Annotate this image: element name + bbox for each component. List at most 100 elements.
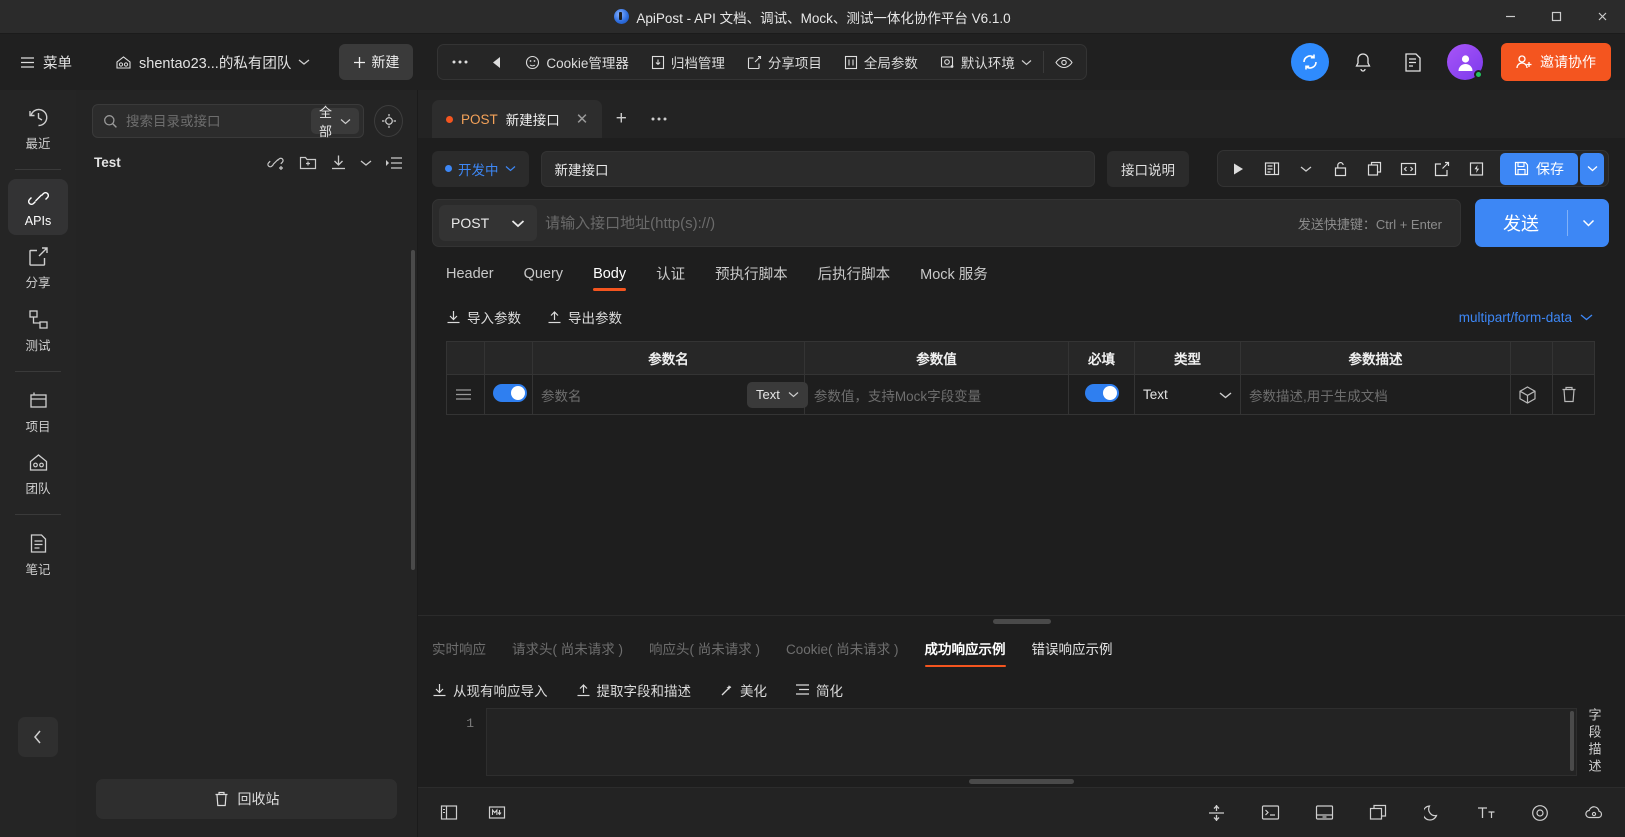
save-options-caret[interactable] [1580,152,1604,185]
toolbar-share-project[interactable]: 分享项目 [736,47,833,77]
copy-icon[interactable] [1358,154,1390,183]
cell-drag[interactable] [446,374,485,415]
run-icon[interactable] [1222,154,1254,183]
response-tab-live[interactable]: 实时响应 [432,638,486,667]
doc-icon[interactable] [1256,154,1288,183]
rail-item-project[interactable]: 项目 [8,381,68,442]
response-tab-success-example[interactable]: 成功响应示例 [924,638,1006,667]
cell-type[interactable]: Text [1134,374,1241,415]
invite-button[interactable]: 邀请协作 [1501,43,1611,81]
response-tab-request-headers[interactable]: 请求头( 尚未请求 ) [512,638,623,667]
tab-query[interactable]: Query [524,266,564,291]
import-from-response-button[interactable]: 从现有响应导入 [432,680,548,700]
add-api-icon[interactable] [267,154,286,171]
menu-button[interactable]: 菜单 [10,46,82,79]
tab-mock-service[interactable]: Mock 服务 [920,263,988,293]
request-name-input[interactable] [540,150,1095,187]
console-icon[interactable] [1257,800,1283,826]
response-tab-error-example[interactable]: 错误响应示例 [1032,638,1113,667]
field-description-panel-toggle[interactable]: 字段描述 [1577,708,1611,776]
cell-required[interactable] [1068,374,1135,415]
url-input[interactable] [545,214,1298,232]
request-description-button[interactable]: 接口说明 [1107,150,1189,187]
close-button[interactable] [1579,0,1625,33]
minify-button[interactable]: 简化 [795,680,843,700]
export-icon[interactable] [1426,154,1458,183]
avatar[interactable] [1447,44,1483,80]
content-type-select[interactable]: multipart/form-data [1459,310,1593,325]
delete-icon[interactable] [1561,386,1586,403]
add-tab-button[interactable]: + [602,100,640,138]
collapse-icon[interactable] [1203,800,1229,826]
rail-item-team[interactable]: 团队 [8,444,68,504]
tab-more-button[interactable] [640,100,678,138]
lock-icon[interactable] [1324,154,1356,183]
caret-down-icon[interactable] [360,159,372,167]
maximize-button[interactable] [1533,0,1579,33]
send-options-caret[interactable] [1568,219,1609,227]
directory-scrollbar[interactable] [411,250,415,570]
font-size-icon[interactable] [1473,800,1499,826]
export-params-button[interactable]: 导出参数 [547,307,622,327]
rail-item-notes[interactable]: 笔记 [8,524,68,585]
toolbar-cookie-manager[interactable]: Cookie管理器 [514,47,640,77]
moon-icon[interactable] [1419,800,1445,826]
tab-pre-script[interactable]: 预执行脚本 [715,263,788,293]
request-status-select[interactable]: 开发中 [432,150,529,187]
recycle-bin-button[interactable]: 回收站 [96,779,397,819]
http-method-select[interactable]: POST [439,205,538,241]
param-enabled-toggle[interactable] [493,384,527,402]
rail-item-recent[interactable]: 最近 [8,98,68,159]
directory-node-test[interactable]: Test [76,148,417,177]
close-icon[interactable]: ✕ [574,110,591,128]
tab-header[interactable]: Header [446,266,494,291]
toolbar-more-button[interactable] [440,47,480,77]
rail-item-test[interactable]: 测试 [8,300,68,361]
panel-icon[interactable] [1311,800,1337,826]
window-icon[interactable] [1365,800,1391,826]
toolbar-environment[interactable]: 默认环境 [929,47,1043,77]
response-tab-response-headers[interactable]: 响应头( 尚未请求 ) [649,638,760,667]
sync-button[interactable] [1291,43,1329,81]
cell-enabled[interactable] [484,374,533,415]
search-scope-select[interactable]: 全部 [311,105,360,139]
param-value-input[interactable]: 参数值，支持Mock字段变量 [814,385,981,405]
cloud-icon[interactable] [1581,800,1607,826]
param-value-type-select[interactable]: Text [747,381,808,408]
cell-description[interactable]: 参数描述,用于生成文档 [1240,374,1511,415]
extract-fields-button[interactable]: 提取字段和描述 [576,680,691,700]
import-icon[interactable] [330,154,347,171]
toolbar-archive[interactable]: 归档管理 [640,47,736,77]
markdown-icon[interactable] [484,800,510,826]
beautify-button[interactable]: 美化 [719,680,767,700]
rail-collapse-button[interactable] [18,717,58,757]
cell-param-value[interactable]: Text 参数值，支持Mock字段变量 [747,374,1069,415]
minimize-button[interactable] [1487,0,1533,33]
cell-box-action[interactable] [1510,374,1553,415]
param-desc-input[interactable]: 参数描述,用于生成文档 [1249,389,1388,404]
locate-button[interactable] [374,105,403,137]
team-selector[interactable]: shentao23...的私有团队 [104,45,321,80]
rail-item-share[interactable]: 分享 [8,237,68,298]
response-resize-handle[interactable] [418,615,1625,626]
flash-icon[interactable] [1460,154,1492,183]
param-type-select[interactable]: Text [1143,387,1232,402]
search-input[interactable] [126,113,303,129]
code-icon[interactable] [1392,154,1424,183]
toolbar-eye-toggle[interactable] [1044,47,1084,77]
add-folder-icon[interactable] [299,155,317,171]
request-tab[interactable]: POST 新建接口 ✕ [432,100,603,138]
tab-auth[interactable]: 认证 [656,263,685,293]
response-horizontal-scrollbar[interactable] [432,776,1611,787]
toolbar-global-params[interactable]: 全局参数 [833,47,929,77]
target-icon[interactable] [1527,800,1553,826]
response-editor[interactable] [486,708,1577,776]
send-button[interactable]: 发送 [1475,210,1567,236]
caret-down-icon[interactable] [1290,154,1322,183]
rail-item-apis[interactable]: APIs [8,179,68,235]
tab-body[interactable]: Body [593,266,627,291]
drag-handle-icon[interactable] [455,388,476,401]
notifications-button[interactable] [1347,46,1379,78]
param-name-input[interactable]: 参数名 [541,389,582,404]
notes-button[interactable] [1397,46,1429,78]
